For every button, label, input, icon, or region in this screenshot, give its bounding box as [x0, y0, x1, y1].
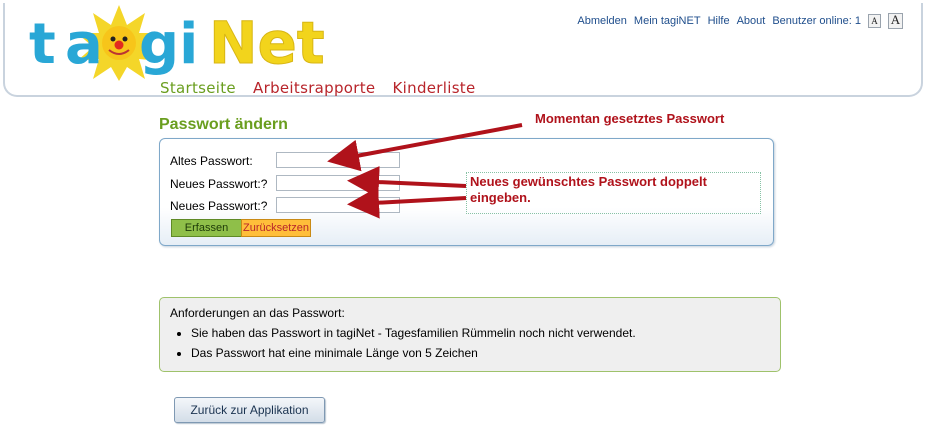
- font-size-large-button[interactable]: A: [888, 13, 903, 29]
- new-password-input[interactable]: [276, 175, 400, 191]
- about-link[interactable]: About: [737, 15, 766, 27]
- nav-kinderliste[interactable]: Kinderliste: [393, 79, 476, 97]
- old-password-input[interactable]: [276, 152, 400, 168]
- main-navigation: Startseite Arbeitsrapporte Kinderliste: [160, 79, 488, 97]
- annotation-new-password: Neues gewünschtes Passwort doppelt einge…: [470, 174, 707, 205]
- my-taginet-link[interactable]: Mein tagiNET: [634, 15, 701, 27]
- svg-text:a: a: [65, 12, 103, 77]
- taginet-logo[interactable]: t a gi Net: [27, 3, 347, 84]
- logout-link[interactable]: Abmelden: [577, 15, 627, 27]
- svg-text:gi: gi: [139, 12, 198, 77]
- requirements-title: Anforderungen an das Passwort:: [170, 306, 345, 320]
- requirements-list: Sie haben das Passwort in tagiNet - Tage…: [160, 326, 636, 366]
- annotation-current-password: Momentan gesetztes Passwort: [535, 111, 725, 126]
- submit-button[interactable]: Erfassen: [171, 219, 242, 237]
- logo-graphic: t a gi Net: [29, 5, 325, 81]
- header: t a gi Net Abmelden Mein tagiNET Hilfe A…: [3, 3, 923, 97]
- new-password-label: Neues Passwort:?: [170, 177, 268, 191]
- repeat-password-input[interactable]: [276, 197, 400, 213]
- svg-text:Net: Net: [209, 9, 325, 77]
- users-online-indicator: Benutzer online: 1: [772, 15, 861, 27]
- reset-button[interactable]: Zurücksetzen: [241, 219, 311, 237]
- repeat-password-label: Neues Passwort:?: [170, 199, 268, 213]
- password-requirements: Anforderungen an das Passwort: Sie haben…: [159, 297, 781, 372]
- requirement-item: Sie haben das Passwort in tagiNet - Tage…: [191, 326, 636, 340]
- back-to-application-button[interactable]: Zurück zur Applikation: [174, 397, 325, 423]
- top-navigation: Abmelden Mein tagiNET Hilfe About Benutz…: [577, 13, 903, 29]
- svg-text:t: t: [29, 12, 56, 77]
- nav-startseite[interactable]: Startseite: [160, 79, 236, 97]
- nav-arbeitsrapporte[interactable]: Arbeitsrapporte: [253, 79, 375, 97]
- page-title: Passwort ändern: [159, 116, 288, 133]
- font-size-small-button[interactable]: A: [868, 14, 881, 28]
- help-link[interactable]: Hilfe: [708, 15, 730, 27]
- old-password-label: Altes Passwort:: [170, 154, 253, 168]
- requirement-item: Das Passwort hat eine minimale Länge von…: [191, 346, 636, 360]
